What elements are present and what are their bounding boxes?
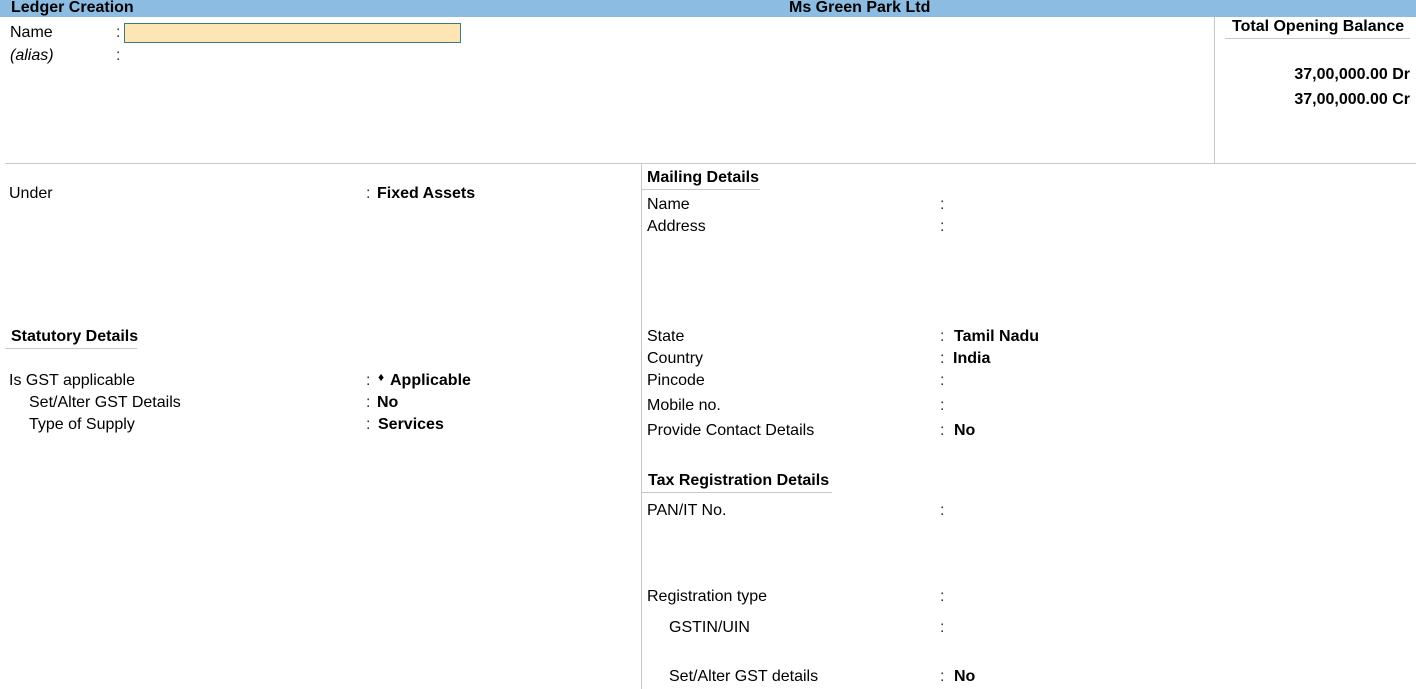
type-of-supply-value[interactable]: Services bbox=[378, 416, 444, 434]
state-colon: : bbox=[940, 328, 945, 345]
registration-type-field[interactable] bbox=[952, 588, 1152, 606]
country-label: Country bbox=[647, 350, 704, 367]
mailing-name-label: Name bbox=[647, 196, 690, 213]
pincode-field[interactable] bbox=[952, 372, 1152, 390]
statutory-heading-underline bbox=[5, 348, 137, 349]
pincode-colon: : bbox=[940, 372, 945, 389]
mobile-label: Mobile no. bbox=[647, 397, 721, 414]
opening-balance-title: Total Opening Balance bbox=[1232, 18, 1405, 35]
gst-applicable-label: Is GST applicable bbox=[9, 372, 135, 389]
alias-label: (alias) bbox=[10, 47, 54, 64]
state-label: State bbox=[647, 328, 685, 345]
alias-colon: : bbox=[116, 47, 121, 64]
gst-applicable-value[interactable]: Applicable bbox=[390, 372, 471, 390]
type-of-supply-label: Type of Supply bbox=[29, 416, 135, 433]
set-alter-gst-label: Set/Alter GST Details bbox=[29, 394, 181, 411]
under-value[interactable]: Fixed Assets bbox=[377, 185, 475, 203]
state-value[interactable]: Tamil Nadu bbox=[954, 328, 1039, 346]
country-colon: : bbox=[940, 350, 945, 367]
tax-set-alter-gst-value[interactable]: No bbox=[954, 668, 975, 686]
screen-title: Ledger Creation bbox=[11, 0, 134, 16]
mailing-heading-underline bbox=[642, 189, 760, 190]
contact-details-value[interactable]: No bbox=[954, 422, 975, 440]
statutory-details-heading: Statutory Details bbox=[11, 328, 139, 345]
tax-registration-heading: Tax Registration Details bbox=[648, 472, 830, 489]
gstin-label: GSTIN/UIN bbox=[669, 619, 750, 636]
opening-balance-debit: 37,00,000.00 Dr bbox=[1294, 66, 1410, 83]
tax-set-alter-gst-label: Set/Alter GST details bbox=[669, 668, 819, 685]
under-colon: : bbox=[366, 185, 371, 202]
gst-applicable-colon: : bbox=[366, 372, 371, 389]
alias-input[interactable] bbox=[124, 46, 461, 66]
mailing-details-heading: Mailing Details bbox=[647, 169, 760, 186]
country-value[interactable]: India bbox=[953, 350, 990, 368]
header-divider bbox=[5, 163, 1416, 164]
registration-type-colon: : bbox=[940, 588, 945, 605]
opening-balance-underline bbox=[1225, 38, 1410, 39]
type-of-supply-colon: : bbox=[366, 416, 371, 433]
address-label: Address bbox=[647, 218, 706, 235]
mailing-name-colon: : bbox=[940, 196, 945, 213]
set-alter-gst-colon: : bbox=[366, 394, 371, 411]
name-colon: : bbox=[116, 24, 121, 41]
gstin-colon: : bbox=[940, 619, 945, 636]
under-label: Under bbox=[9, 185, 53, 202]
gstin-field[interactable] bbox=[952, 619, 1152, 637]
set-alter-gst-value[interactable]: No bbox=[377, 394, 398, 412]
mobile-colon: : bbox=[940, 397, 945, 414]
ledger-name-input[interactable] bbox=[124, 23, 461, 43]
diamond-icon: ♦ bbox=[378, 370, 385, 384]
company-name: Ms Green Park Ltd bbox=[789, 0, 931, 16]
registration-type-label: Registration type bbox=[647, 588, 768, 605]
contact-details-label: Provide Contact Details bbox=[647, 422, 815, 439]
address-field[interactable] bbox=[952, 218, 1252, 236]
title-bar: Ledger Creation Ms Green Park Ltd bbox=[0, 0, 1416, 17]
column-divider bbox=[641, 163, 642, 689]
tax-set-alter-gst-colon: : bbox=[940, 668, 945, 685]
pincode-label: Pincode bbox=[647, 372, 705, 389]
contact-details-colon: : bbox=[940, 422, 945, 439]
pan-label: PAN/IT No. bbox=[647, 502, 727, 519]
mobile-field[interactable] bbox=[952, 397, 1152, 415]
tax-heading-underline bbox=[642, 492, 832, 493]
pan-colon: : bbox=[940, 502, 945, 519]
mailing-name-field[interactable] bbox=[952, 196, 1252, 214]
name-label: Name bbox=[10, 24, 53, 41]
balance-panel-divider bbox=[1214, 17, 1215, 163]
pan-field[interactable] bbox=[952, 502, 1152, 520]
opening-balance-credit: 37,00,000.00 Cr bbox=[1294, 91, 1410, 108]
address-colon: : bbox=[940, 218, 945, 235]
